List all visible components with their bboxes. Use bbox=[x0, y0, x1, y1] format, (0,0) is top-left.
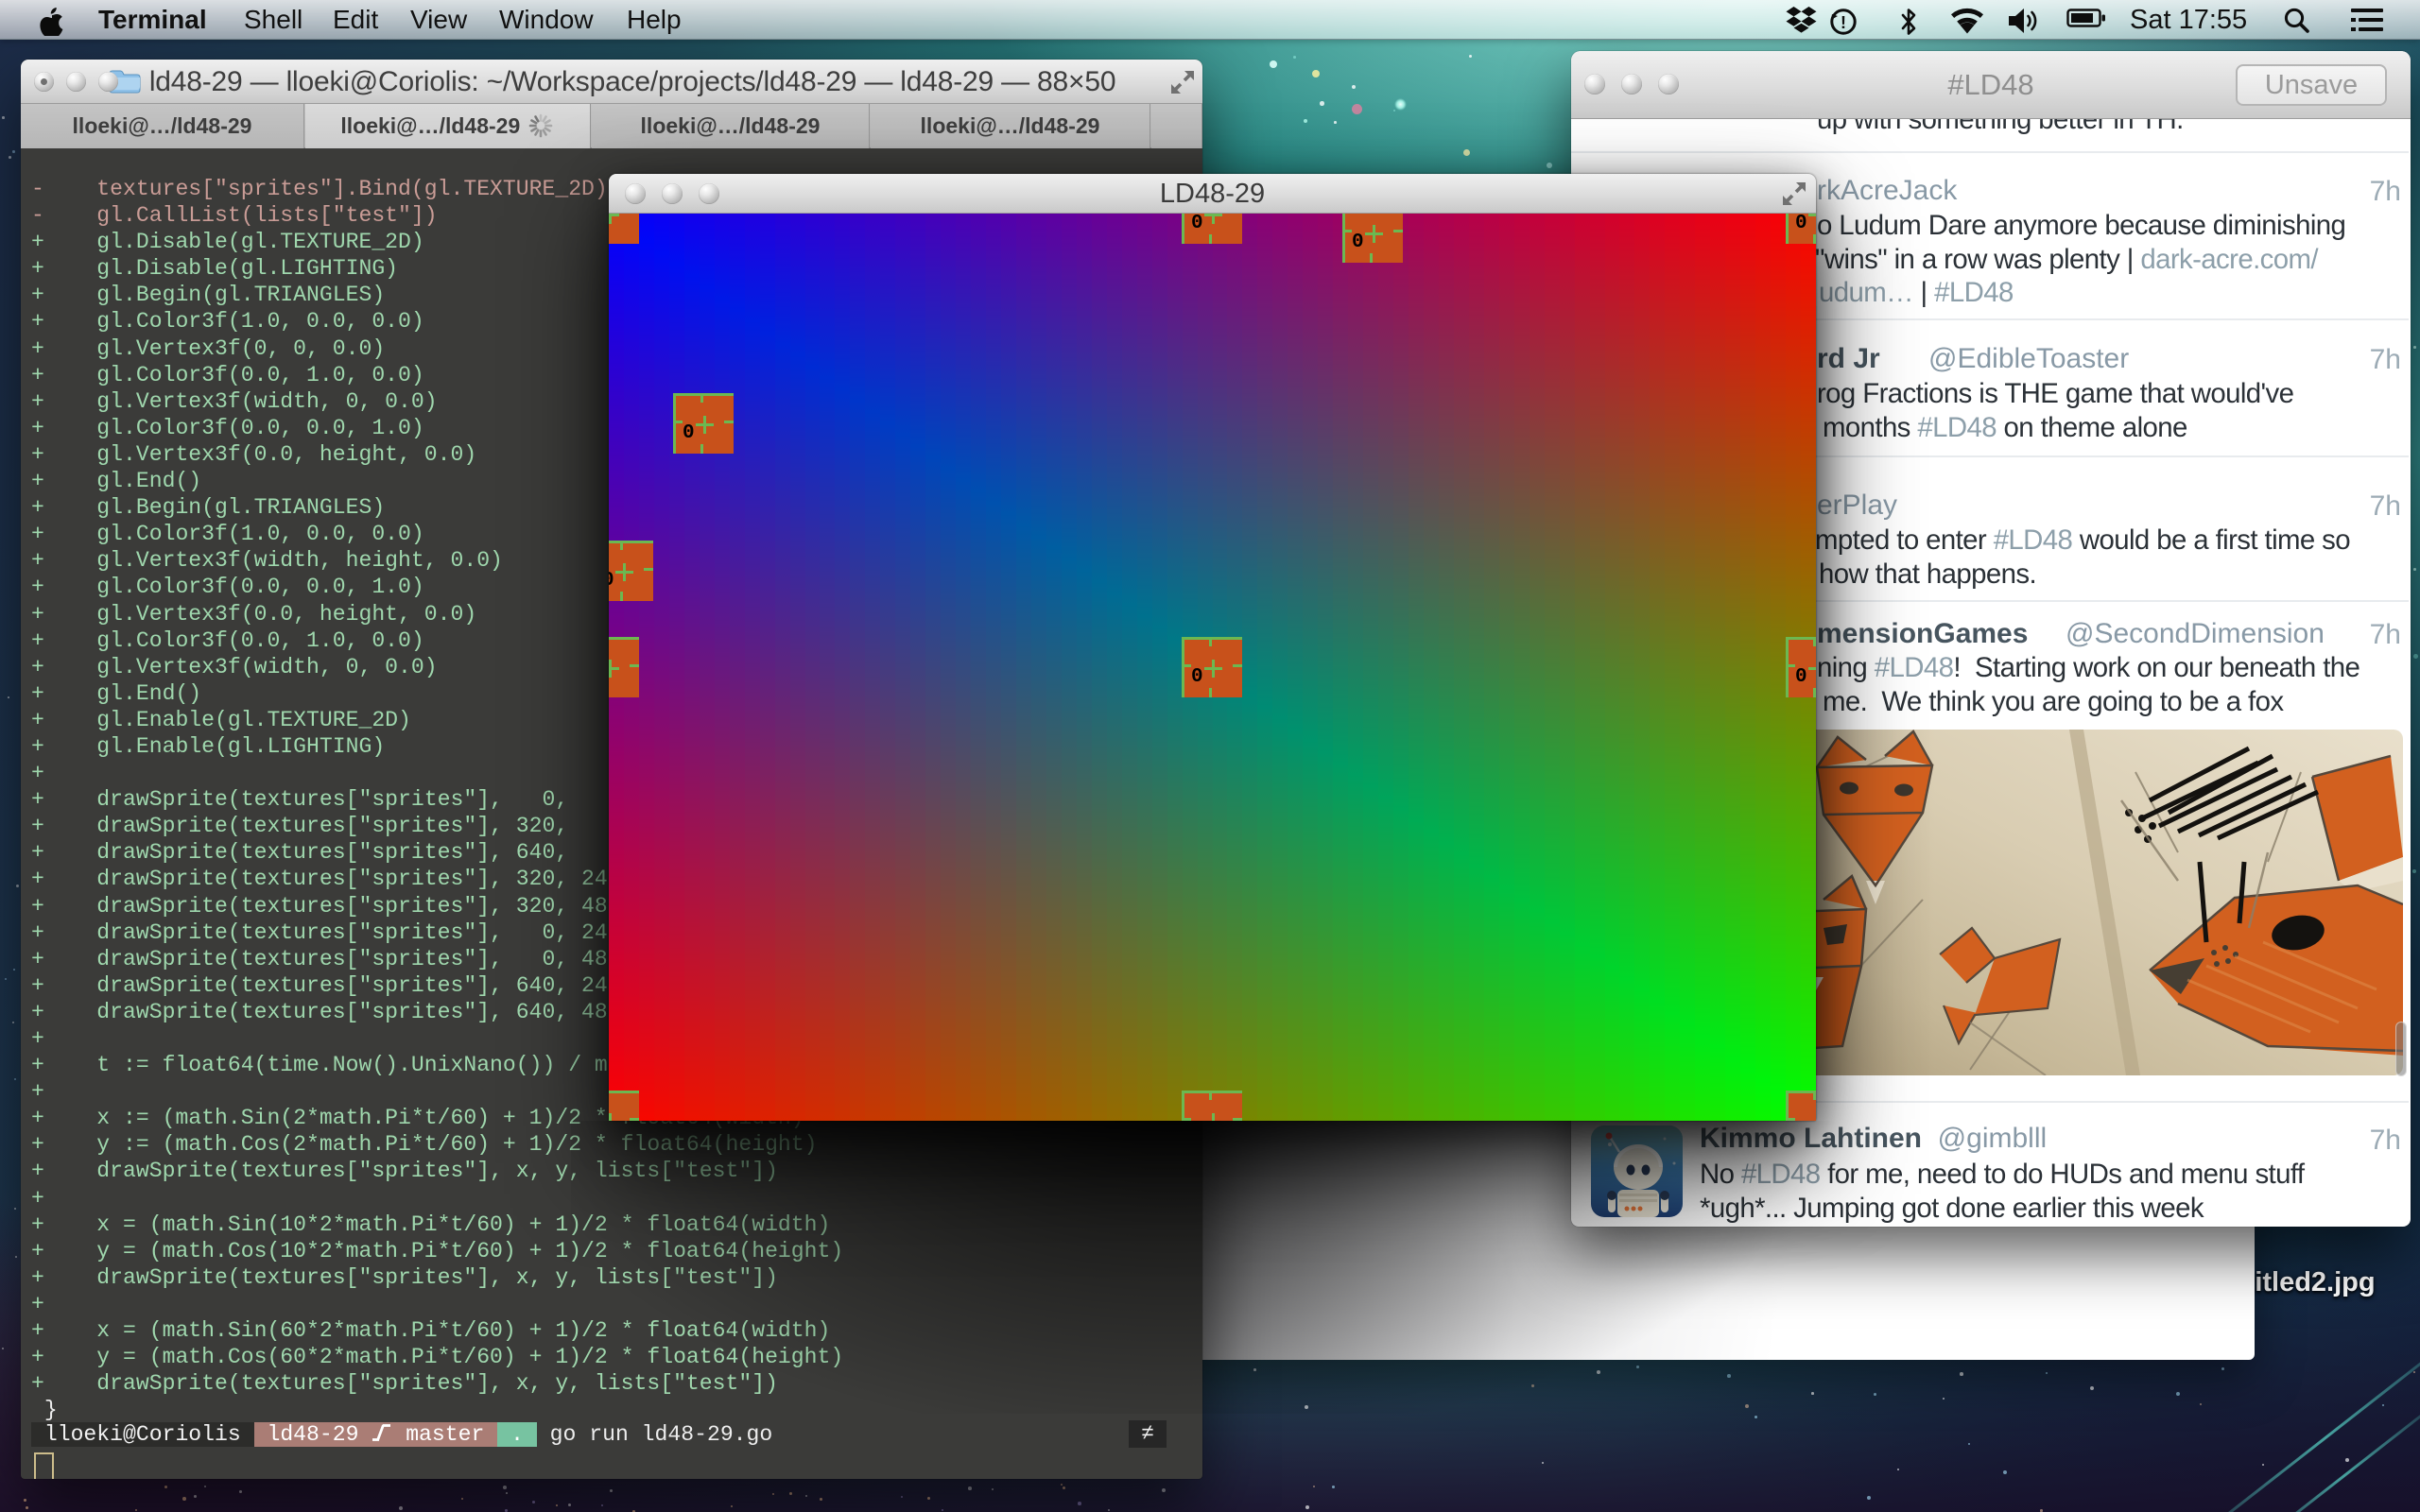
svg-text:!: ! bbox=[1841, 13, 1846, 32]
